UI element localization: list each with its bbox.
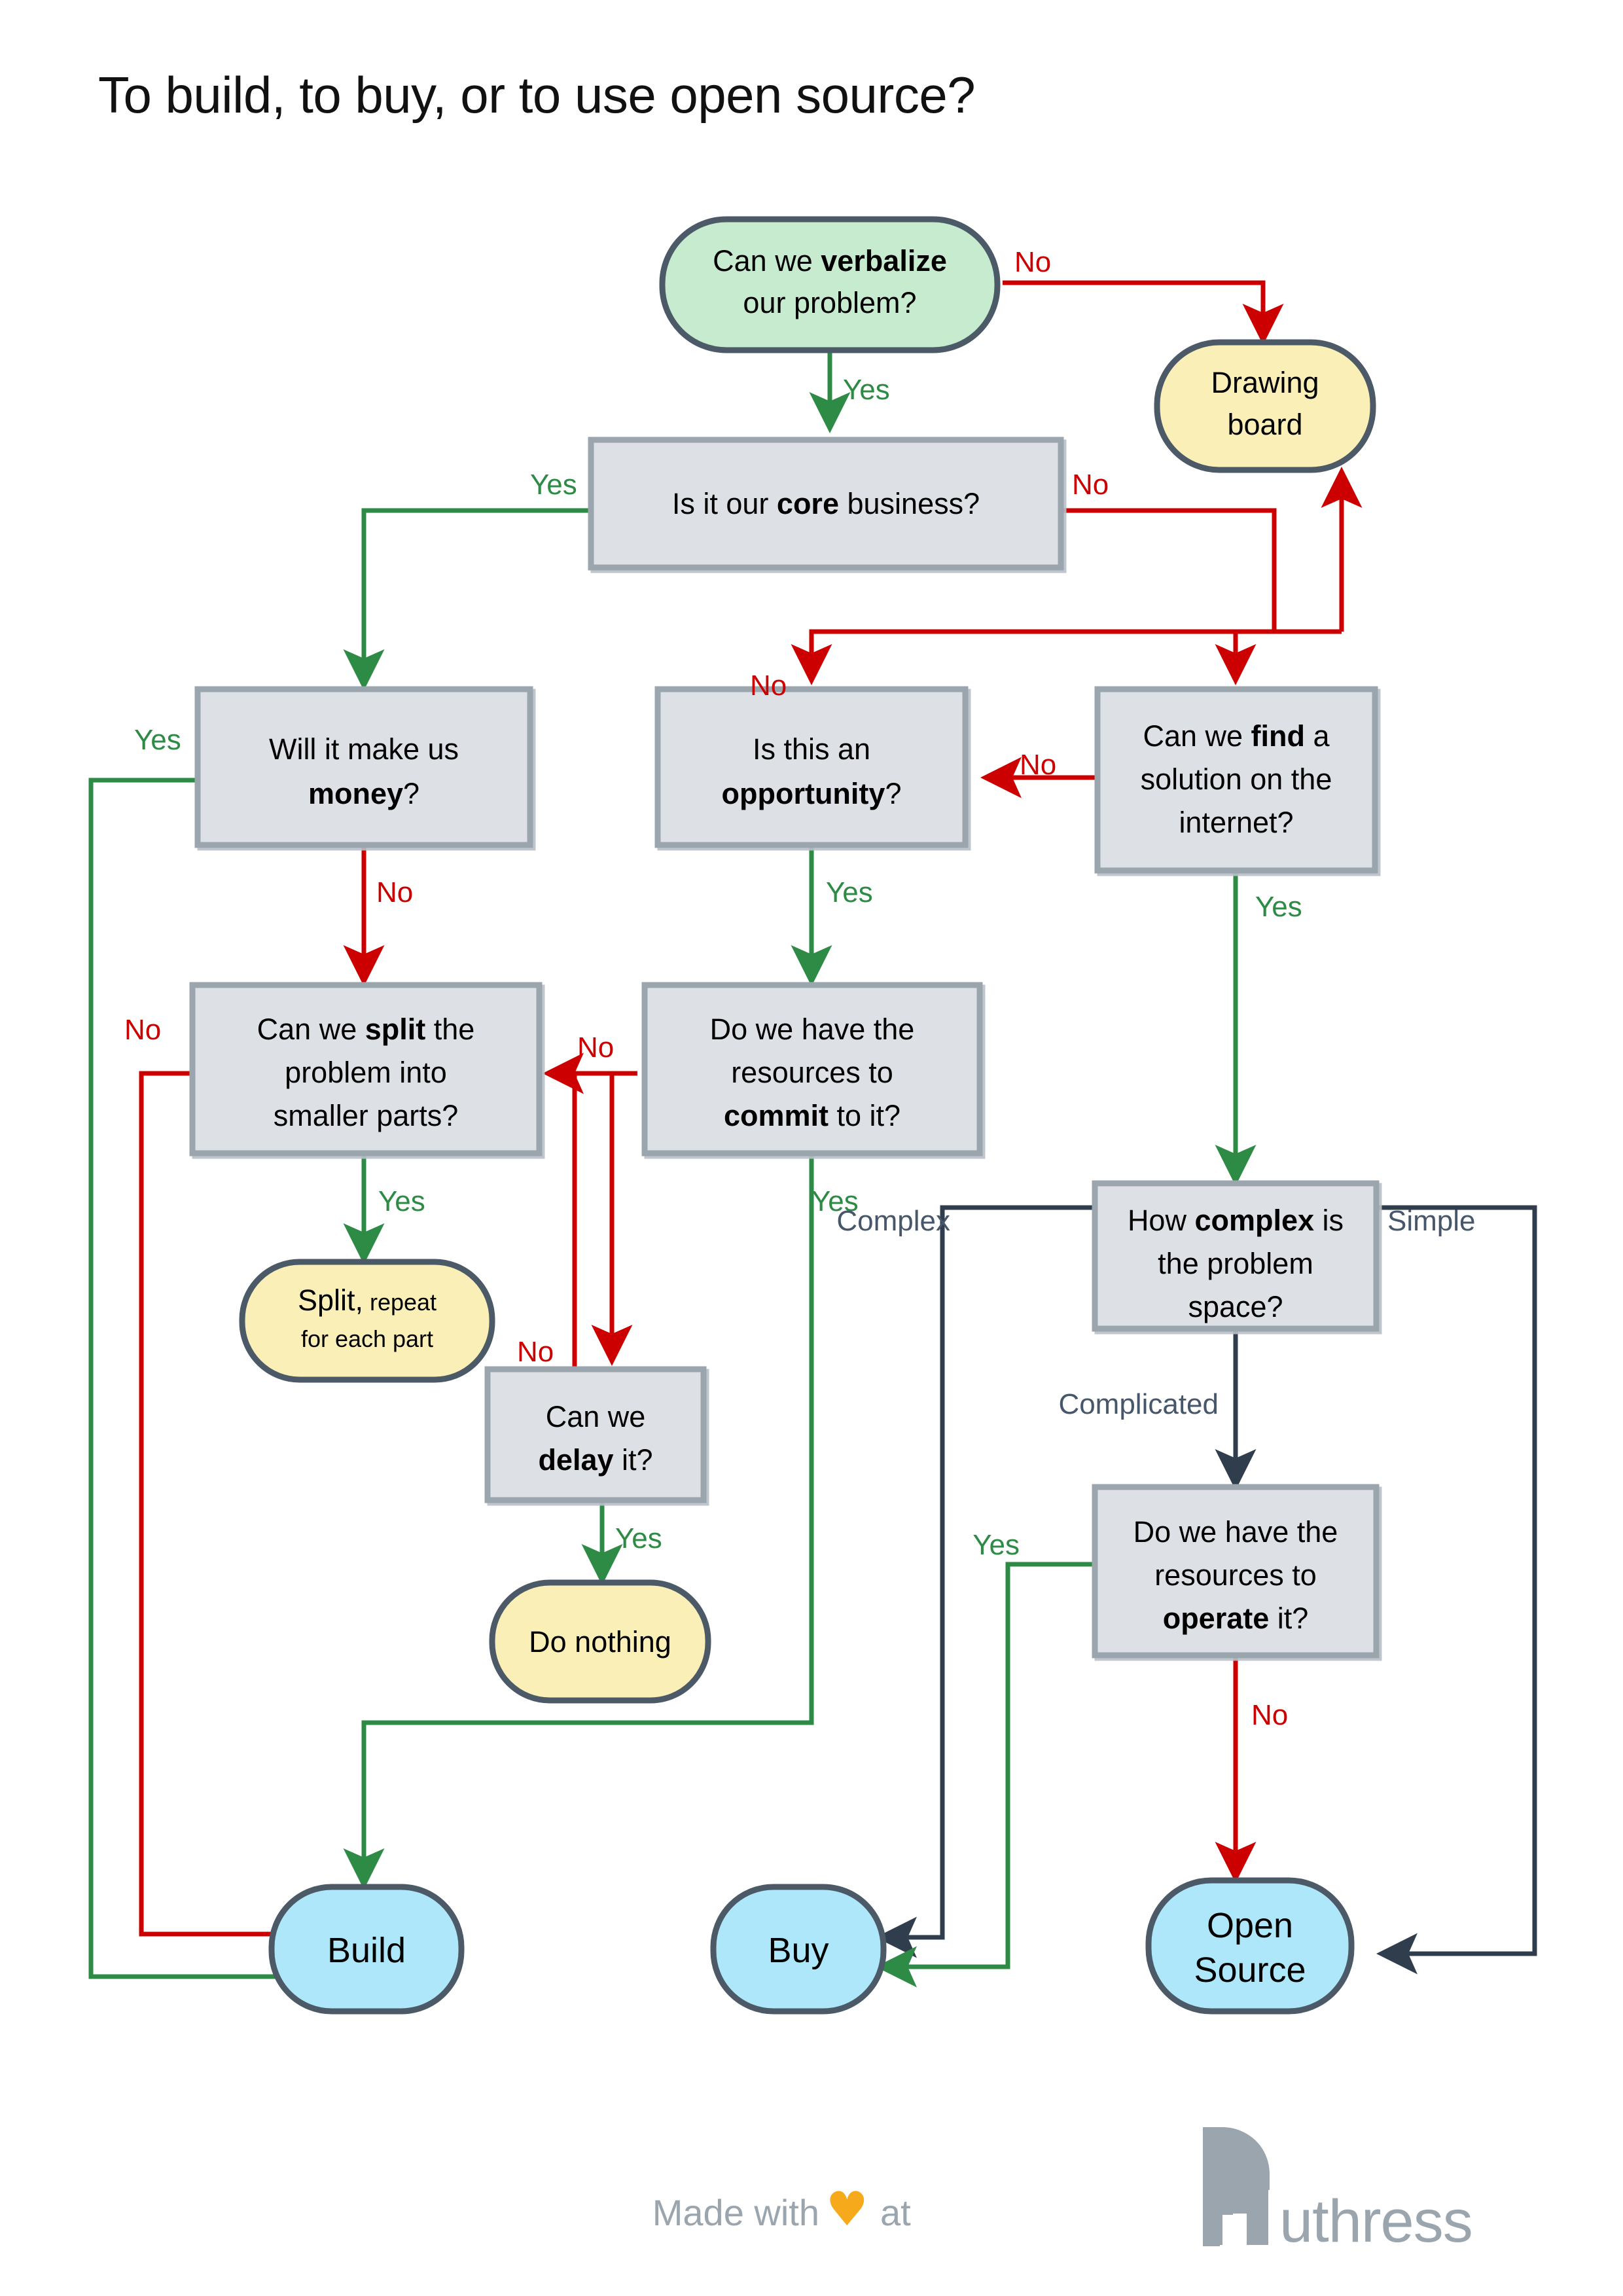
edge-label-commit-no: No	[577, 1031, 614, 1064]
footer-brand: Made with ♥ at uthress	[652, 2127, 1473, 2255]
edge-label-operate-no: No	[1251, 1699, 1288, 1731]
edge-label-complicated: Complicated	[1058, 1388, 1219, 1420]
node-find-solution-line2: solution on the	[1141, 762, 1332, 796]
node-commit-resources-line3: commit to it?	[724, 1099, 901, 1132]
node-buy-label: Buy	[768, 1931, 829, 1970]
node-drawing-board-line2: board	[1227, 408, 1302, 441]
edge-label-verbalize-yes: Yes	[843, 374, 890, 406]
node-split-repeat[interactable]: Split, repeat for each part	[239, 1259, 495, 1383]
node-complexity-line1: How complex is	[1128, 1204, 1344, 1237]
node-operate-resources-line2: resources to	[1154, 1558, 1317, 1592]
node-core-business-label: Is it our core business?	[672, 487, 980, 520]
node-split-problem-line3: smaller parts?	[274, 1099, 459, 1132]
node-commit-resources[interactable]: Do we have the resources to commit to it…	[641, 982, 983, 1157]
node-money-shape	[194, 686, 533, 848]
node-opportunity-line1: Is this an	[753, 732, 870, 766]
edge-complex-simple	[1376, 1205, 1537, 1975]
edge-core-no	[1061, 508, 1277, 632]
node-open-source-line1: Open	[1207, 1906, 1293, 1945]
edge-label-simple: Simple	[1387, 1205, 1476, 1237]
node-find-solution-line1: Can we find a	[1143, 719, 1330, 753]
edge-label-verbalize-no: No	[1014, 246, 1051, 278]
node-do-nothing-label: Do nothing	[529, 1625, 671, 1659]
edge-label-findsol-yes: Yes	[1255, 891, 1302, 923]
edge-label-core-no: No	[1072, 469, 1109, 501]
node-do-nothing[interactable]: Do nothing	[489, 1579, 711, 1704]
node-verbalize-shape	[659, 216, 1001, 353]
edge-label-delay-no: No	[517, 1336, 554, 1368]
edge-label-split-no: No	[124, 1014, 161, 1046]
edge-label-core-no-2: No	[750, 670, 787, 702]
node-money-line2: money?	[308, 777, 419, 810]
brand-name: uthress	[1279, 2188, 1472, 2255]
node-open-source-shape	[1145, 1877, 1355, 2015]
node-opportunity[interactable]: Is this an opportunity?	[654, 686, 969, 848]
node-operate-resources-line3: operate it?	[1163, 1602, 1309, 1635]
node-split-repeat-line2: for each part	[301, 1325, 433, 1352]
node-core-business[interactable]: Is it our core business?	[588, 437, 1064, 571]
node-split-problem-line1: Can we split the	[257, 1013, 475, 1046]
edge-complex-complex	[876, 1205, 1095, 1958]
node-commit-resources-line1: Do we have the	[710, 1013, 915, 1046]
node-opportunity-shape	[654, 686, 969, 848]
node-complexity[interactable]: How complex is the problem space?	[1092, 1180, 1380, 1332]
edge-verbalize-no	[1003, 280, 1284, 345]
edge-label-delay-yes: Yes	[615, 1522, 662, 1554]
edge-core-no-to-findsol	[1215, 629, 1274, 685]
node-buy[interactable]: Buy	[710, 1884, 887, 2015]
node-money-line1: Will it make us	[269, 732, 459, 766]
edge-label-complex: Complex	[836, 1205, 950, 1237]
edge-core-no-to-opportunity	[791, 629, 1236, 685]
node-verbalize-line1: Can we verbalize	[713, 244, 947, 278]
node-operate-resources[interactable]: Do we have the resources to operate it?	[1092, 1484, 1380, 1659]
heart-icon: ♥	[826, 2181, 868, 2236]
node-find-solution-line3: internet?	[1179, 806, 1293, 839]
edge-label-opportunity-yes: Yes	[826, 876, 873, 908]
node-split-problem-line2: problem into	[285, 1056, 447, 1089]
node-verbalize[interactable]: Can we verbalize our problem?	[659, 216, 1001, 353]
edge-label-split-yes: Yes	[378, 1185, 425, 1217]
node-drawing-board-line1: Drawing	[1211, 366, 1319, 399]
footer-at: at	[880, 2192, 911, 2233]
edge-label-findsol-no: No	[1020, 749, 1056, 781]
node-money[interactable]: Will it make us money?	[194, 686, 533, 848]
node-delay-line1: Can we	[546, 1400, 646, 1433]
edge-label-money-no: No	[376, 876, 413, 908]
node-opportunity-line2: opportunity?	[722, 777, 902, 810]
node-operate-resources-line1: Do we have the	[1133, 1515, 1338, 1549]
edge-label-operate-yes: Yes	[972, 1529, 1020, 1561]
flowchart-canvas: Can we verbalize our problem? Drawing bo…	[88, 216, 1537, 2255]
node-drawing-board[interactable]: Drawing board	[1154, 339, 1376, 473]
flowchart-page: To build, to buy, or to use open source?	[0, 0, 1623, 2296]
node-drawing-board-shape	[1154, 339, 1376, 473]
node-commit-resources-line2: resources to	[731, 1056, 893, 1089]
node-delay-shape	[484, 1366, 707, 1503]
node-build[interactable]: Build	[268, 1884, 465, 2015]
node-build-label: Build	[327, 1931, 406, 1970]
node-delay-line2: delay it?	[538, 1443, 652, 1477]
footer-made-with: Made with	[652, 2192, 819, 2233]
node-find-solution[interactable]: Can we find a solution on the internet?	[1094, 686, 1378, 874]
node-split-repeat-shape	[239, 1259, 495, 1383]
edge-label-core-yes: Yes	[530, 469, 577, 501]
node-complexity-line3: space?	[1188, 1290, 1283, 1323]
node-open-source-line2: Source	[1194, 1950, 1306, 1990]
node-split-problem[interactable]: Can we split the problem into smaller pa…	[189, 982, 543, 1157]
authress-logo-icon	[1203, 2127, 1270, 2246]
node-delay[interactable]: Can we delay it?	[484, 1366, 707, 1503]
edge-split-no	[139, 1071, 332, 1955]
node-verbalize-line2: our problem?	[743, 286, 916, 319]
edge-operate-yes	[876, 1562, 1095, 1988]
edge-label-money-yes: Yes	[134, 724, 181, 756]
node-complexity-line2: the problem	[1158, 1247, 1313, 1280]
edge-core-yes	[343, 508, 591, 691]
node-open-source[interactable]: Open Source	[1145, 1877, 1355, 2015]
